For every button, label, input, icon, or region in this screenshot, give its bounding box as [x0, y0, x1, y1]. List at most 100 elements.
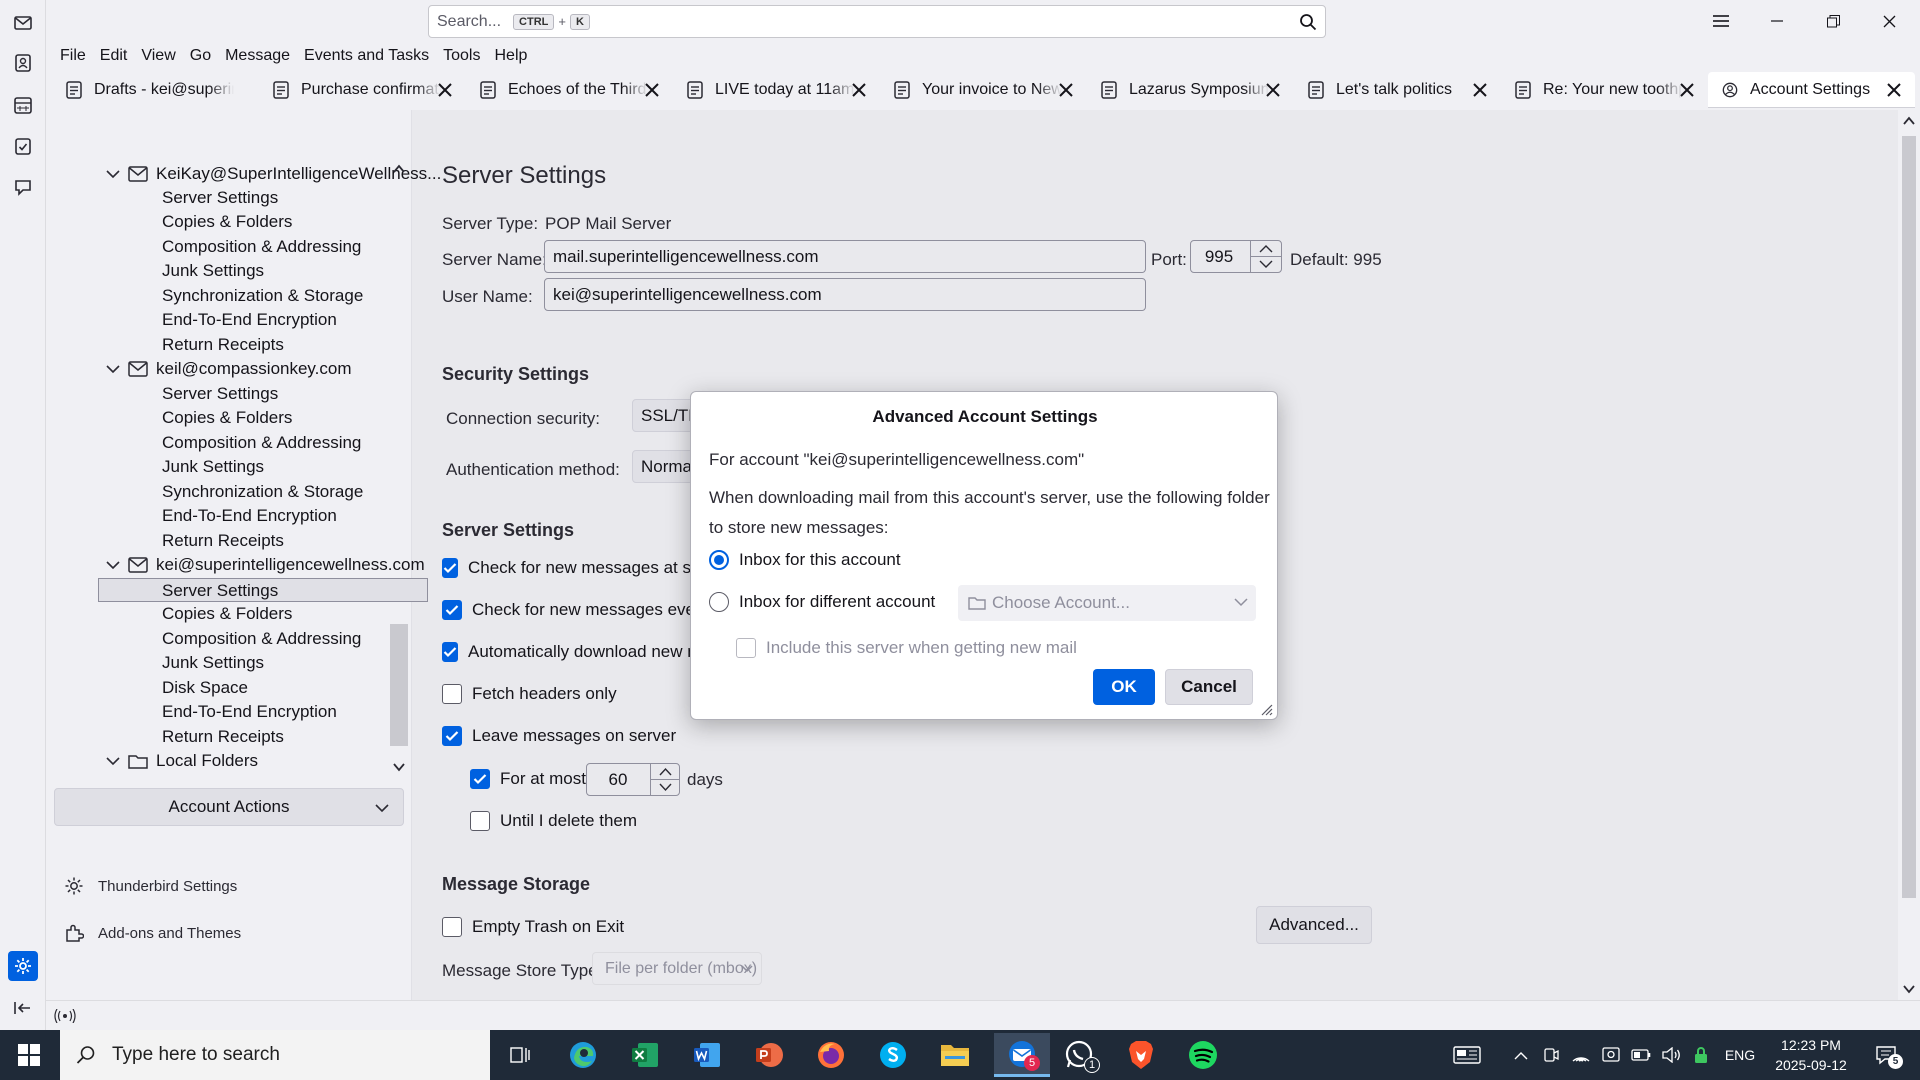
calendar-icon[interactable]: [8, 90, 38, 120]
collapse-icon[interactable]: [8, 993, 38, 1023]
tree-item-e2ee[interactable]: End-To-End Encryption: [162, 504, 337, 528]
word-icon[interactable]: [684, 1035, 730, 1075]
tree-item-composition[interactable]: Composition & Addressing: [162, 235, 361, 259]
close-tab-icon[interactable]: [1885, 81, 1903, 99]
store-type-select[interactable]: File per folder (mbox): [592, 952, 762, 985]
chevron-up-icon[interactable]: [1510, 1045, 1532, 1065]
vpn-lock-icon[interactable]: [1691, 1045, 1711, 1065]
checkbox-checked[interactable]: [442, 558, 458, 578]
windows-start-icon[interactable]: [6, 1035, 52, 1075]
tree-item-server-settings[interactable]: Server Settings: [162, 382, 278, 406]
tree-item-junk[interactable]: Junk Settings: [162, 455, 264, 479]
until-delete-option[interactable]: Until I delete them: [470, 811, 637, 831]
battery-icon[interactable]: [1630, 1045, 1652, 1065]
close-tab-icon[interactable]: [643, 81, 661, 99]
tree-item-junk[interactable]: Junk Settings: [162, 651, 264, 675]
file-explorer-icon[interactable]: [932, 1035, 978, 1075]
checkbox-unchecked[interactable]: [442, 684, 462, 704]
thunderbird-taskbar-icon[interactable]: 5: [994, 1033, 1050, 1077]
tree-item-junk[interactable]: Junk Settings: [162, 259, 264, 283]
chevron-down-icon[interactable]: [106, 560, 120, 570]
tab-politics[interactable]: Let's talk politics: [1294, 72, 1501, 108]
radio-unselected[interactable]: [709, 592, 729, 612]
resize-grip-icon[interactable]: [1257, 700, 1273, 716]
check-every-option[interactable]: Check for new messages every: [442, 600, 732, 620]
server-name-field[interactable]: mail.superintelligencewellness.com: [544, 240, 1146, 273]
menu-edit[interactable]: Edit: [93, 47, 135, 65]
network-icon[interactable]: [1600, 1045, 1622, 1065]
powerpoint-icon[interactable]: [746, 1035, 792, 1075]
menu-go[interactable]: Go: [183, 47, 218, 65]
checkbox-unchecked[interactable]: [470, 811, 490, 831]
tab-lazarus[interactable]: Lazarus Symposium: [1087, 72, 1294, 108]
ok-button[interactable]: OK: [1093, 669, 1155, 705]
empty-trash-option[interactable]: Empty Trash on Exit: [442, 917, 624, 937]
radio-selected[interactable]: [709, 550, 729, 570]
menu-events-tasks[interactable]: Events and Tasks: [297, 47, 436, 65]
advanced-button[interactable]: Advanced...: [1256, 906, 1372, 944]
checkbox-checked[interactable]: [442, 726, 462, 746]
tab-invoice[interactable]: Your invoice to New: [880, 72, 1087, 108]
tab-live-today[interactable]: LIVE today at 11am: [673, 72, 880, 108]
tree-item-disk-space[interactable]: Disk Space: [162, 676, 248, 700]
leave-messages-option[interactable]: Leave messages on server: [442, 726, 676, 746]
chevron-down-icon[interactable]: [106, 169, 120, 179]
check-startup-option[interactable]: Check for new messages at startup: [442, 558, 732, 578]
app-menu-icon[interactable]: [1693, 0, 1749, 42]
include-server-option[interactable]: Include this server when getting new mai…: [736, 638, 1077, 658]
task-view-icon[interactable]: [497, 1035, 543, 1075]
restore-icon[interactable]: [1805, 0, 1861, 42]
inbox-different-account-option[interactable]: Inbox for different account: [709, 592, 935, 612]
port-stepper[interactable]: [1250, 241, 1281, 272]
edge-icon[interactable]: [560, 1035, 606, 1075]
user-name-field[interactable]: kei@superintelligencewellness.com: [544, 278, 1146, 311]
tree-item-copies-folders[interactable]: Copies & Folders: [162, 210, 292, 234]
account-row[interactable]: keil@compassionkey.com: [106, 357, 352, 381]
tree-item-receipts[interactable]: Return Receipts: [162, 725, 284, 749]
settings-icon[interactable]: [8, 951, 38, 981]
address-book-icon[interactable]: [8, 48, 38, 78]
camera-icon[interactable]: [1541, 1045, 1561, 1065]
checkbox-checked[interactable]: [470, 769, 490, 789]
sidebar-scrollbar[interactable]: [389, 158, 409, 778]
chat-icon[interactable]: [8, 172, 38, 202]
clock[interactable]: 12:23 PM 2025-09-12: [1766, 1035, 1856, 1075]
close-tab-icon[interactable]: [1057, 81, 1075, 99]
cancel-button[interactable]: Cancel: [1165, 669, 1253, 705]
account-actions-button[interactable]: Account Actions: [54, 788, 404, 826]
main-scrollbar[interactable]: [1898, 110, 1920, 1000]
close-tab-icon[interactable]: [850, 81, 868, 99]
account-row[interactable]: Local Folders: [106, 749, 258, 773]
language-indicator[interactable]: ENG: [1722, 1045, 1758, 1065]
spotify-icon[interactable]: [1180, 1035, 1226, 1075]
menu-tools[interactable]: Tools: [436, 47, 487, 65]
close-tab-icon[interactable]: [1471, 81, 1489, 99]
choose-account-select[interactable]: Choose Account...: [958, 585, 1256, 621]
tab-purchase[interactable]: Purchase confirmation: [259, 72, 466, 108]
search-input[interactable]: Search... CTRL + K: [428, 5, 1326, 38]
notifications-icon[interactable]: 5: [1866, 1040, 1906, 1070]
menu-file[interactable]: File: [53, 47, 93, 65]
volume-icon[interactable]: [1660, 1045, 1682, 1065]
tree-item-composition[interactable]: Composition & Addressing: [162, 627, 361, 651]
tab-drafts[interactable]: Drafts - kei@superintelligencewellness.c…: [52, 72, 259, 108]
chevron-down-icon[interactable]: [106, 364, 120, 374]
thunderbird-settings-link[interactable]: Thunderbird Settings: [64, 876, 237, 896]
tasks-icon[interactable]: [8, 131, 38, 161]
menu-message[interactable]: Message: [218, 47, 297, 65]
close-window-icon[interactable]: [1861, 0, 1917, 42]
tree-item-receipts[interactable]: Return Receipts: [162, 529, 284, 553]
brave-icon[interactable]: [1118, 1035, 1164, 1075]
tab-toothpaste[interactable]: Re: Your new toothpaste: [1501, 72, 1708, 108]
excel-icon[interactable]: [622, 1035, 668, 1075]
close-tab-icon[interactable]: [1264, 81, 1282, 99]
wifi-icon[interactable]: [1570, 1045, 1592, 1065]
tree-item-e2ee[interactable]: End-To-End Encryption: [162, 700, 337, 724]
tree-item-copies-folders[interactable]: Copies & Folders: [162, 406, 292, 430]
minimize-icon[interactable]: [1749, 0, 1805, 42]
whatsapp-icon[interactable]: 1: [1056, 1035, 1102, 1075]
tree-item-sync[interactable]: Synchronization & Storage: [162, 284, 363, 308]
tree-item-server-settings-selected[interactable]: Server Settings: [98, 578, 428, 602]
tree-item-receipts[interactable]: Return Receipts: [162, 333, 284, 357]
firefox-icon[interactable]: [808, 1035, 854, 1075]
